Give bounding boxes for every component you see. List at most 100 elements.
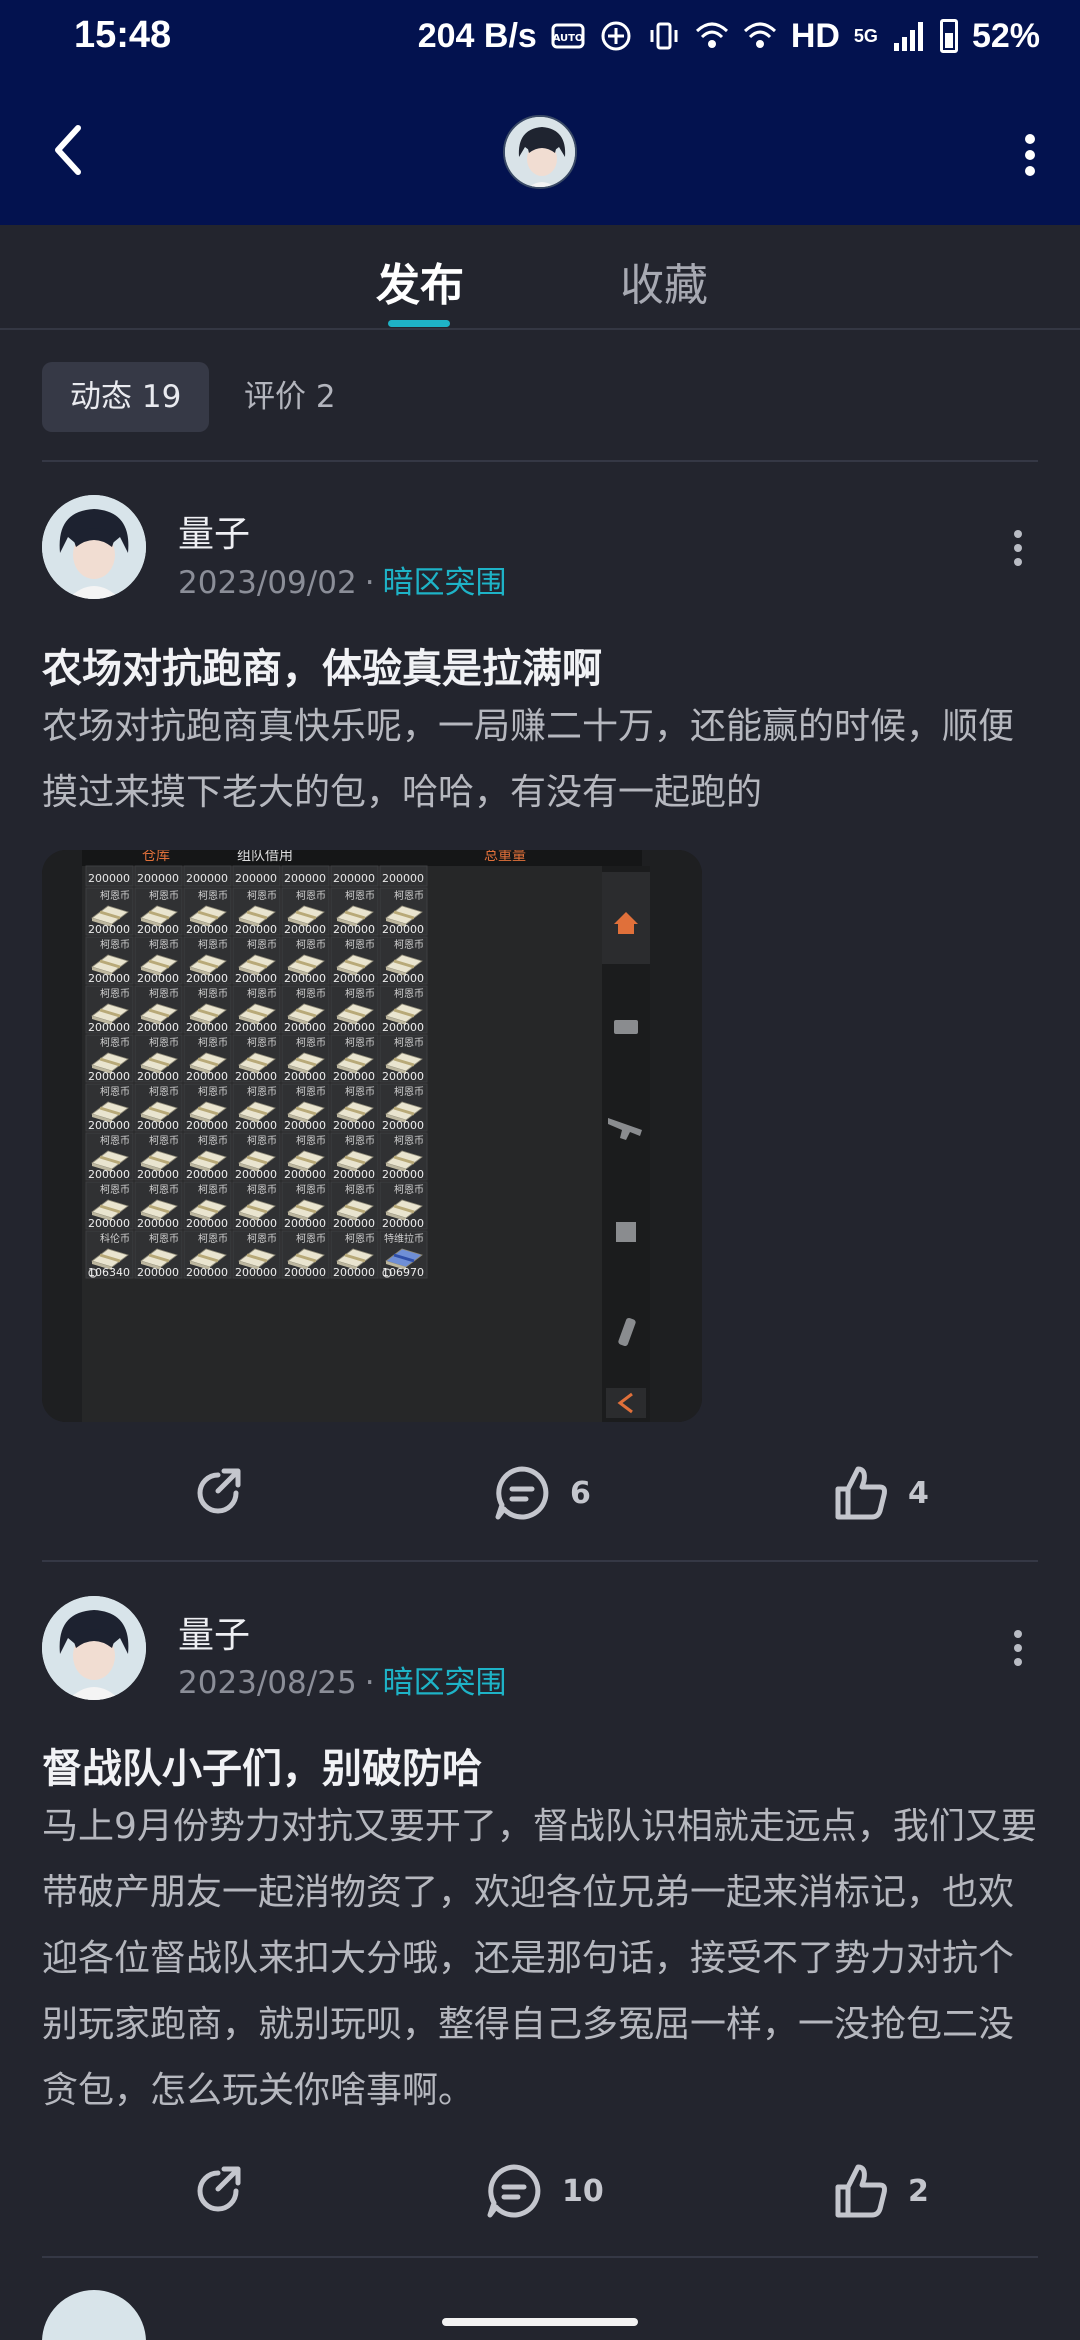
inventory-cell: 柯恩币 200000 [281,1181,330,1230]
author-name[interactable]: 量子 [178,505,250,557]
inventory-cell: 柯恩币 200000 [183,1083,232,1132]
post-title[interactable]: 农场对抗跑商，体验真是拉满啊 [42,636,602,694]
battery-percent: 52% [971,16,1040,55]
divider [42,460,1038,462]
cell-value: 200000 [235,872,277,885]
post-game-tag[interactable]: 暗区突围 [383,565,507,601]
cell-value: 200000 [235,972,277,985]
author-avatar[interactable] [42,1596,146,1700]
cell-label: 柯恩币 [198,987,228,1000]
cell-label: 柯恩币 [394,889,424,902]
inventory-cell: 柯恩币 200000 [281,887,330,936]
comment-action[interactable]: 10 [484,2156,604,2226]
post-more-icon[interactable] [1000,518,1036,578]
post-body[interactable]: 马上9月份势力对抗又要开了，督战队识相就走远点，我们又要带破产朋友一起消物资了，… [42,1794,1042,2124]
cell-value: 200000 [137,972,179,985]
cell-label: 柯恩币 [100,889,130,902]
like-action[interactable]: 4 [830,1458,929,1528]
cell-label: 柯恩币 [345,889,375,902]
post-more-icon[interactable] [1000,1618,1036,1678]
filter-chip-reviews[interactable]: 评价 2 [244,362,336,432]
cell-label: 柯恩币 [198,1134,228,1147]
cell-label: 柯恩币 [100,1036,130,1049]
like-action[interactable]: 2 [830,2156,929,2226]
cell-label: 柯恩币 [198,938,228,951]
inventory-tab-label: 仓库 [142,850,170,864]
cell-value: 200000 [382,1021,424,1034]
cell-value: 200000 [333,1168,375,1181]
next-post-avatar-peek [42,2290,146,2340]
cell-label: 柯恩币 [345,1085,375,1098]
inventory-cell: 柯恩币 200000 [232,936,281,985]
cell-value: 200000 [382,923,424,936]
author-avatar[interactable] [42,495,146,599]
share-action[interactable] [188,2156,248,2226]
thumbs-up-icon [835,1466,887,1520]
cell-label: 柯恩币 [247,889,277,902]
filter-chip-posts[interactable]: 动态 19 [42,362,210,432]
inventory-cell: 柯恩币 200000 [85,1132,134,1181]
chest-icon [614,1020,638,1034]
inventory-cell: 柯恩币 200000 [379,936,428,985]
cell-label: 柯恩币 [247,1183,277,1196]
post-game-tag[interactable]: 暗区突围 [383,1665,507,1701]
cell-value: 200000 [235,923,277,936]
cell-label: 柯恩币 [149,1036,179,1049]
cell-value: 200000 [137,923,179,936]
comment-icon [487,2164,541,2218]
cell-label: 柯恩币 [345,987,375,1000]
inventory-cell: 柯恩币 200000 [330,1230,379,1279]
cell-value: 200000 [333,923,375,936]
cell-value: 200000 [284,923,326,936]
cell-value: 200000 [88,1217,130,1230]
back-arrow-icon[interactable] [40,110,100,190]
cell-value: 200000 [382,1217,424,1230]
divider [42,2256,1038,2258]
post-image[interactable]: 仓库 组队借用 总重量 200000 200000 200000 200000 2000… [42,850,702,1422]
meta-separator: · [364,1665,375,1701]
home-indicator[interactable] [442,2318,638,2326]
inventory-cell: 柯恩币 200000 [134,1181,183,1230]
box-icon [616,1222,636,1242]
cell-value: 200000 [333,972,375,985]
comment-count: 10 [562,2173,604,2209]
cell-label: 柯恩币 [394,1036,424,1049]
cell-label: 柯恩币 [100,1085,130,1098]
top-header: 15:48 204 B/s AUTO HD 5G 52% [0,0,1080,225]
post-body[interactable]: 农场对抗跑商真快乐呢，一局赚二十万，还能赢的时候，顺便摸过来摸下老大的包，哈哈，… [42,694,1042,826]
cell-value: 200000 [382,1070,424,1083]
tab-favorites[interactable]: 收藏 [620,249,708,313]
inventory-cell: 柯恩币 200000 [330,887,379,936]
cell-value: 200000 [186,1217,228,1230]
svg-text:AUTO: AUTO [552,33,583,44]
inventory-cell: 柯恩币 200000 [330,936,379,985]
more-vertical-icon[interactable] [1010,125,1050,185]
cell-label: 柯恩币 [247,1085,277,1098]
inventory-cell: 柯恩币 200000 [85,1181,134,1230]
wifi-calling-icon [695,22,728,48]
share-icon [197,1468,241,1514]
inventory-header-label: 组队借用 [237,850,293,864]
cell-label: 柯恩币 [296,1183,326,1196]
comment-action[interactable]: 6 [492,1458,591,1528]
cell-value: 200000 [88,923,130,936]
inventory-cell: 柯恩币 200000 [85,985,134,1034]
cell-label: 柯恩币 [394,1085,424,1098]
cell-value: 200000 [235,1168,277,1181]
profile-avatar[interactable] [503,115,577,189]
cell-label: 柯恩币 [198,1036,228,1049]
auto-hz-icon: AUTO [551,23,585,49]
author-name[interactable]: 量子 [178,1606,250,1658]
cell-value: 200000 [137,1070,179,1083]
inventory-cell: 柯恩币 200000 [232,1230,281,1279]
share-action[interactable] [188,1458,248,1528]
post-title[interactable]: 督战队小子们，别破防哈 [42,1736,482,1794]
cell-value: 200000 [137,1168,179,1181]
inventory-cell: 柯恩币 200000 [379,1132,428,1181]
tab-publish[interactable]: 发布 [376,249,464,313]
cell-value: 200000 [284,1266,326,1279]
status-bar: 15:48 204 B/s AUTO HD 5G 52% [0,0,1080,75]
cell-value: 200000 [137,872,179,885]
inventory-cell: 柯恩币 200000 [183,1034,232,1083]
cell-value: 200000 [186,872,228,885]
